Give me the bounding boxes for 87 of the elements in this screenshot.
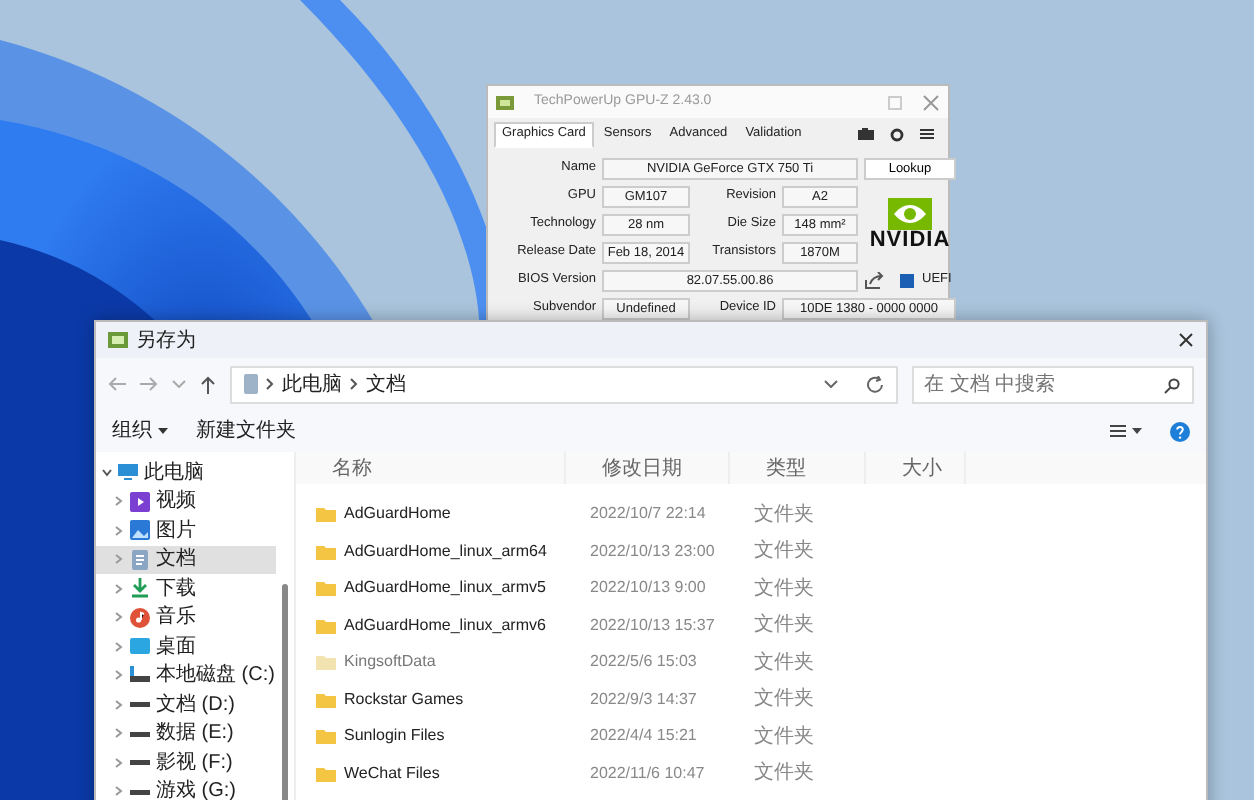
chevron-right-icon — [114, 554, 124, 565]
column-header[interactable]: 大小 — [866, 452, 966, 484]
file-name[interactable]: Sunlogin Files — [296, 724, 566, 749]
chevron-right-icon — [350, 378, 358, 390]
file-name[interactable]: AdGuardHome — [296, 502, 566, 527]
file-name[interactable]: KingsoftData — [296, 650, 566, 675]
chevron-right-icon — [114, 786, 124, 797]
document-icon — [130, 549, 150, 570]
chevron-right-icon — [114, 641, 124, 652]
modified-date: 2022/10/13 9:00 — [588, 576, 708, 601]
share-icon[interactable] — [864, 271, 884, 289]
nav-tree-item[interactable]: 数据 (E:) — [96, 719, 276, 748]
caret-icon — [1132, 428, 1142, 434]
scrollbar-thumb[interactable] — [282, 584, 288, 800]
file-type: 文件夹 — [752, 649, 816, 678]
file-name[interactable]: AdGuardHome_linux_armv5 — [296, 576, 566, 601]
file-type: 文件夹 — [752, 685, 816, 715]
organize-button[interactable]: 组织 — [112, 416, 168, 446]
refresh-icon[interactable] — [866, 375, 884, 393]
nav-tree-item[interactable]: 此电脑 — [96, 458, 276, 487]
file-name[interactable]: Rockstar Games — [296, 687, 566, 712]
file-type: 文件夹 — [752, 537, 816, 567]
modified-date: 2022/10/13 15:37 — [588, 613, 717, 638]
column-header[interactable]: 修改日期 — [566, 452, 730, 484]
search-field[interactable]: 在 文档 中搜索 — [912, 365, 1194, 403]
nav-tree-item[interactable]: 文档 (D:) — [96, 690, 276, 719]
nav-tree-item[interactable]: 文档 — [96, 545, 276, 574]
nav-tree-item[interactable]: 音乐 — [96, 603, 276, 632]
chevron-down-icon — [102, 467, 112, 478]
help-icon[interactable] — [1170, 421, 1190, 441]
modified-date: 2022/10/7 22:14 — [588, 502, 708, 527]
chevron-right-icon — [114, 757, 124, 768]
up-arrow-icon[interactable] — [200, 375, 216, 393]
chevron-right-icon — [114, 670, 124, 681]
address-bar[interactable]: 此电脑 文档 — [230, 365, 898, 403]
breadcrumb-item[interactable]: 此电脑 — [282, 369, 342, 399]
breadcrumb-item[interactable]: 文档 — [366, 369, 406, 399]
modified-date: 2022/4/4 15:21 — [588, 724, 699, 749]
nav-tree-item[interactable]: 影视 (F:) — [96, 748, 276, 777]
folder-icon — [108, 332, 128, 348]
menu-icon[interactable] — [920, 127, 934, 140]
refresh-icon[interactable] — [890, 127, 904, 142]
window-title: 另存为 — [136, 327, 198, 355]
file-name[interactable]: AdGuardHome_linux_arm64 — [296, 539, 566, 564]
nav-tree-item[interactable]: 下载 — [96, 574, 276, 603]
nav-tree-item[interactable]: 游戏 (G:) — [96, 777, 276, 800]
chevron-right-icon — [114, 583, 124, 594]
app-icon — [496, 95, 514, 109]
new-folder-button[interactable]: 新建文件夹 — [196, 416, 296, 446]
list-view-icon — [1110, 424, 1126, 438]
camera-icon[interactable] — [858, 127, 874, 140]
modified-date: 2022/11/6 10:47 — [588, 761, 707, 786]
file-type: 文件夹 — [752, 501, 816, 530]
file-name[interactable]: AdGuardHome_linux_armv6 — [296, 613, 566, 638]
file-type: 文件夹 — [752, 611, 816, 641]
chevron-right-icon — [114, 612, 124, 623]
chevron-right-icon — [266, 378, 274, 390]
picture-icon — [130, 520, 150, 541]
chevron-right-icon — [114, 496, 124, 507]
music-icon — [130, 607, 150, 628]
modified-date: 2022/9/3 14:37 — [588, 687, 699, 712]
modified-date: 2022/10/13 23:00 — [588, 539, 717, 564]
download-arrow-icon — [130, 578, 150, 599]
nav-tree-item[interactable]: 本地磁盘 (C:) — [96, 661, 276, 690]
view-button[interactable] — [1110, 424, 1142, 438]
search-icon — [1164, 377, 1180, 393]
nav-tree-item[interactable]: 视频 — [96, 487, 276, 516]
video-icon — [130, 491, 150, 512]
eye-logo-icon — [888, 197, 932, 229]
desktop-icon — [130, 636, 150, 657]
close-icon[interactable] — [1178, 332, 1194, 348]
file-type: 文件夹 — [752, 723, 816, 752]
nav-tree-item[interactable]: 图片 — [96, 516, 276, 545]
caret-icon — [158, 428, 168, 434]
chevron-right-icon — [114, 699, 124, 710]
column-header[interactable]: 类型 — [730, 452, 866, 484]
modified-date: 2022/5/6 15:03 — [588, 650, 699, 675]
chevron-down-icon[interactable] — [824, 380, 838, 388]
chevron-right-icon — [114, 728, 124, 739]
chevron-right-icon — [114, 525, 124, 536]
column-header[interactable]: 名称 — [296, 452, 566, 484]
drive-icon — [130, 665, 150, 686]
file-type: 文件夹 — [752, 575, 816, 604]
file-name[interactable]: WeChat Files — [296, 761, 566, 786]
logo-text: NVIDIA — [869, 229, 951, 251]
nav-tree-item[interactable]: 桌面 — [96, 632, 276, 661]
file-type: 文件夹 — [752, 759, 816, 789]
